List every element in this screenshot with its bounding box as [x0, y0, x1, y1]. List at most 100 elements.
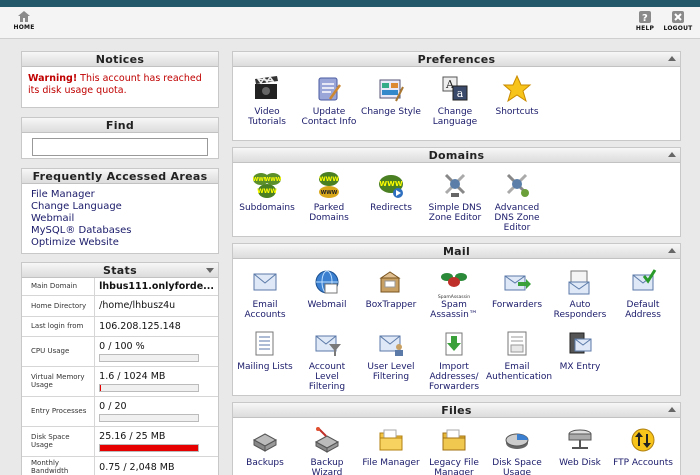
change-language-link[interactable]: A a Change Language — [424, 75, 486, 127]
help-label: HELP — [635, 25, 655, 32]
top-bar: HOME ? HELP LOGOUT — [0, 7, 700, 39]
warning-label: Warning! — [28, 73, 78, 84]
home-button[interactable]: HOME — [11, 11, 37, 31]
envelope-icon — [253, 273, 277, 291]
faa-link-mysql-databases[interactable]: MySQL® Databases — [22, 225, 218, 237]
advanced-dns-zone-editor-label: Advanced DNS Zone Editor — [494, 203, 540, 233]
files-title: Files — [233, 403, 680, 418]
faa-link-file-manager[interactable]: File Manager — [22, 189, 218, 201]
parked-www-icon: WWW WWW — [319, 172, 339, 198]
notices-panel: Notices Warning! This account has reache… — [21, 51, 219, 108]
disk-space-usage-link[interactable]: Disk Space Usage — [486, 426, 548, 475]
email-accounts-label: Email Accounts — [244, 300, 286, 320]
stats-panel: Stats Main Domain lhbus111.onlyforde... … — [21, 262, 219, 475]
subdomains-label: Subdomains — [239, 203, 295, 213]
stat-value: 25.16 / 25 MB — [99, 430, 166, 442]
stats-row: Last login from 106.208.125.148 — [22, 316, 218, 337]
collapse-icon[interactable] — [668, 152, 676, 157]
video-tutorials-link[interactable]: Video Tutorials — [236, 75, 298, 127]
svg-text:WWW: WWW — [265, 177, 282, 183]
webmail-link[interactable]: Webmail — [296, 268, 358, 310]
stat-label: Main Domain — [22, 278, 96, 296]
redirects-label: Redirects — [370, 203, 412, 213]
boxtrapper-link[interactable]: BoxTrapper — [360, 268, 422, 310]
files-title-text: Files — [441, 404, 472, 417]
stats-table: Main Domain lhbus111.onlyforde... Home D… — [22, 278, 218, 475]
collapse-icon[interactable] — [206, 268, 214, 273]
backup-drive-icon — [252, 433, 278, 452]
update-contact-info-label: Update Contact Info — [301, 107, 357, 127]
svg-text:WWW: WWW — [379, 180, 402, 188]
default-address-link[interactable]: Default Address — [612, 268, 674, 320]
import-icon — [445, 332, 463, 356]
account-level-filtering-link[interactable]: Account Level Filtering — [296, 330, 358, 392]
web-disk-link[interactable]: Web Disk — [549, 426, 611, 468]
file-manager-link[interactable]: File Manager — [360, 426, 422, 468]
spam-assassin-link[interactable]: SpamAssassin Spam Assassin™ — [423, 268, 485, 320]
pie-chart-icon — [505, 433, 529, 449]
mailing-list-icon — [255, 331, 274, 356]
language-icon: A a — [442, 76, 468, 101]
update-contact-info-link[interactable]: Update Contact Info — [298, 75, 360, 127]
preferences-title: Preferences — [233, 52, 680, 67]
forwarders-link[interactable]: Forwarders — [486, 268, 548, 310]
backup-wizard-label: Backup Wizard — [310, 458, 344, 475]
find-panel: Find — [21, 117, 219, 159]
mx-entry-link[interactable]: MX Entry — [549, 330, 611, 372]
collapse-icon[interactable] — [668, 407, 676, 412]
user-level-filtering-label: User Level Filtering — [367, 362, 415, 382]
notices-title: Notices — [22, 52, 218, 67]
stats-row: Disk Space Usage 25.16 / 25 MB — [22, 426, 218, 457]
faa-link-change-language[interactable]: Change Language — [22, 201, 218, 213]
webmail-label: Webmail — [307, 300, 347, 310]
email-accounts-link[interactable]: Email Accounts — [234, 268, 296, 320]
video-tutorials-label: Video Tutorials — [248, 107, 286, 127]
subdomains-link[interactable]: WWW WWW WWW Subdomains — [236, 171, 298, 213]
stat-label: Entry Processes — [22, 396, 96, 427]
mail-panel: Mail Email Accounts Webmail BoxTrapper S… — [232, 243, 681, 396]
change-style-link[interactable]: Change Style — [360, 75, 422, 117]
logout-button[interactable]: LOGOUT — [661, 11, 695, 32]
import-addresses-forwarders-link[interactable]: Import Addresses/ Forwarders — [423, 330, 485, 392]
user-level-filtering-link[interactable]: User Level Filtering — [360, 330, 422, 382]
legacy-file-manager-link[interactable]: Legacy File Manager — [423, 426, 485, 475]
redirects-link[interactable]: WWW Redirects — [360, 171, 422, 213]
home-label: HOME — [13, 24, 35, 31]
progress-fill — [100, 444, 199, 451]
email-authentication-link[interactable]: Email Authentication — [486, 330, 553, 382]
svg-text:WWW: WWW — [257, 188, 277, 195]
svg-text:WWW: WWW — [321, 190, 338, 196]
parked-domains-label: Parked Domains — [309, 203, 349, 223]
stat-label: Disk Space Usage — [22, 426, 96, 457]
import-addresses-forwarders-label: Import Addresses/ Forwarders — [428, 362, 480, 392]
user-filter-icon — [379, 335, 403, 356]
shortcuts-link[interactable]: Shortcuts — [486, 74, 548, 117]
auto-responders-link[interactable]: Auto Responders — [549, 268, 611, 320]
backups-link[interactable]: Backups — [234, 426, 296, 468]
spamassassin-icon — [441, 273, 467, 287]
backup-wizard-link[interactable]: Backup Wizard — [296, 426, 358, 475]
shortcuts-label: Shortcuts — [495, 107, 539, 117]
find-input[interactable] — [32, 138, 208, 156]
faa-panel: Frequently Accessed Areas File Manager C… — [21, 168, 219, 254]
email-authentication-label: Email Authentication — [486, 362, 553, 382]
mailing-lists-link[interactable]: Mailing Lists — [234, 330, 296, 372]
svg-text:a: a — [457, 87, 464, 100]
help-button[interactable]: ? HELP — [634, 11, 656, 32]
stats-title-text: Stats — [103, 264, 137, 277]
collapse-icon[interactable] — [668, 56, 676, 61]
simple-dns-zone-editor-link[interactable]: Simple DNS Zone Editor — [424, 171, 486, 223]
stats-row: Home Directory /home/lhbusz4u — [22, 295, 218, 317]
ftp-accounts-link[interactable]: FTP Accounts — [612, 426, 674, 468]
parked-domains-link[interactable]: WWW WWW Parked Domains — [298, 171, 360, 223]
filter-icon — [315, 335, 341, 356]
collapse-icon[interactable] — [668, 248, 676, 253]
faa-link-webmail[interactable]: Webmail — [22, 213, 218, 225]
advanced-dns-zone-editor-link[interactable]: Advanced DNS Zone Editor — [486, 171, 548, 233]
faa-link-optimize-website[interactable]: Optimize Website — [22, 237, 218, 249]
cpu-usage-bar — [99, 353, 200, 362]
stat-label: Last login from — [22, 316, 96, 337]
simple-dns-zone-editor-label: Simple DNS Zone Editor — [428, 203, 482, 223]
mx-entry-label: MX Entry — [559, 362, 601, 372]
ftp-accounts-label: FTP Accounts — [613, 458, 673, 468]
